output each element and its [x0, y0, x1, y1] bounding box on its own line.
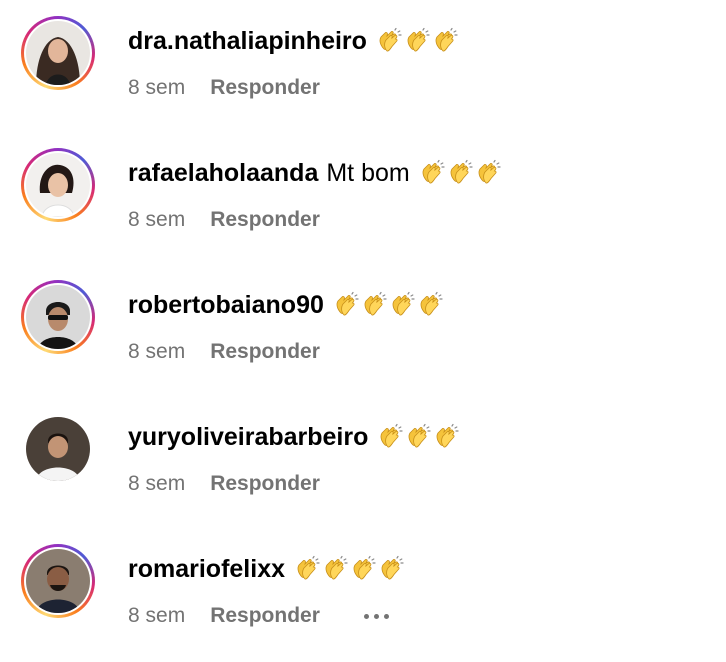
- comment-text: Mt bom: [326, 159, 410, 187]
- clapping-hands-emoji: [381, 423, 403, 448]
- comment-timestamp[interactable]: 8 sem: [128, 340, 185, 364]
- clapping-hands-emoji: [392, 291, 415, 316]
- avatar-story-ring[interactable]: [21, 148, 95, 222]
- comment-item: rafaelaholaanda Mt bom 8 sem Responder: [0, 132, 726, 252]
- clapping-hands-emoji: [379, 27, 402, 52]
- clapping-hands-emoji: [407, 27, 430, 52]
- avatar[interactable]: [26, 21, 90, 85]
- comment-item: yuryoliveirabarbeiro 8 sem Responder: [0, 396, 726, 516]
- comment-username[interactable]: dra.nathaliapinheiro: [128, 26, 367, 56]
- comment-timestamp[interactable]: 8 sem: [128, 76, 185, 100]
- clapping-hands-emoji: [450, 159, 473, 184]
- comment-item: dra.nathaliapinheiro 8 sem Responder: [0, 0, 726, 120]
- avatar[interactable]: [26, 549, 90, 613]
- clapping-hands-emoji: [364, 291, 387, 316]
- clapping-hands-emoji: [437, 423, 459, 448]
- reply-button[interactable]: Responder: [210, 340, 320, 364]
- reply-button[interactable]: Responder: [210, 472, 320, 496]
- clap-emoji-group: [332, 291, 444, 319]
- reply-button[interactable]: Responder: [210, 76, 320, 100]
- avatar[interactable]: [26, 285, 90, 349]
- clapping-hands-emoji: [435, 27, 458, 52]
- clapping-hands-emoji: [422, 159, 445, 184]
- comment-timestamp[interactable]: 8 sem: [128, 604, 185, 628]
- clapping-hands-emoji: [336, 291, 359, 316]
- clapping-hands-emoji: [420, 291, 443, 316]
- avatar-container[interactable]: [21, 412, 95, 486]
- comment-timestamp[interactable]: 8 sem: [128, 208, 185, 232]
- reply-button[interactable]: Responder: [210, 208, 320, 232]
- comment-item: robertobaiano90 8 sem Responder: [0, 264, 726, 384]
- comment-username[interactable]: romariofelixx: [128, 554, 285, 584]
- comment-username[interactable]: rafaelaholaanda: [128, 158, 318, 188]
- avatar-story-ring[interactable]: [21, 16, 95, 90]
- clap-emoji-group: [376, 423, 460, 451]
- clap-emoji-group: [293, 555, 405, 583]
- clapping-hands-emoji: [381, 555, 404, 580]
- clap-emoji-group: [418, 159, 502, 187]
- clapping-hands-emoji: [297, 555, 320, 580]
- avatar-story-ring[interactable]: [21, 544, 95, 618]
- clapping-hands-emoji: [353, 555, 376, 580]
- more-options-icon[interactable]: [363, 613, 389, 619]
- clap-emoji-group: [375, 27, 459, 55]
- comment-item: romariofelixx 8 sem Responder: [0, 528, 726, 648]
- avatar-story-ring[interactable]: [21, 280, 95, 354]
- comment-timestamp[interactable]: 8 sem: [128, 472, 185, 496]
- comment-username[interactable]: robertobaiano90: [128, 290, 324, 320]
- clapping-hands-emoji: [478, 159, 501, 184]
- clapping-hands-emoji: [325, 555, 348, 580]
- avatar[interactable]: [26, 153, 90, 217]
- avatar[interactable]: [26, 417, 90, 481]
- reply-button[interactable]: Responder: [210, 604, 320, 628]
- comment-username[interactable]: yuryoliveirabarbeiro: [128, 422, 368, 452]
- clapping-hands-emoji: [409, 423, 431, 448]
